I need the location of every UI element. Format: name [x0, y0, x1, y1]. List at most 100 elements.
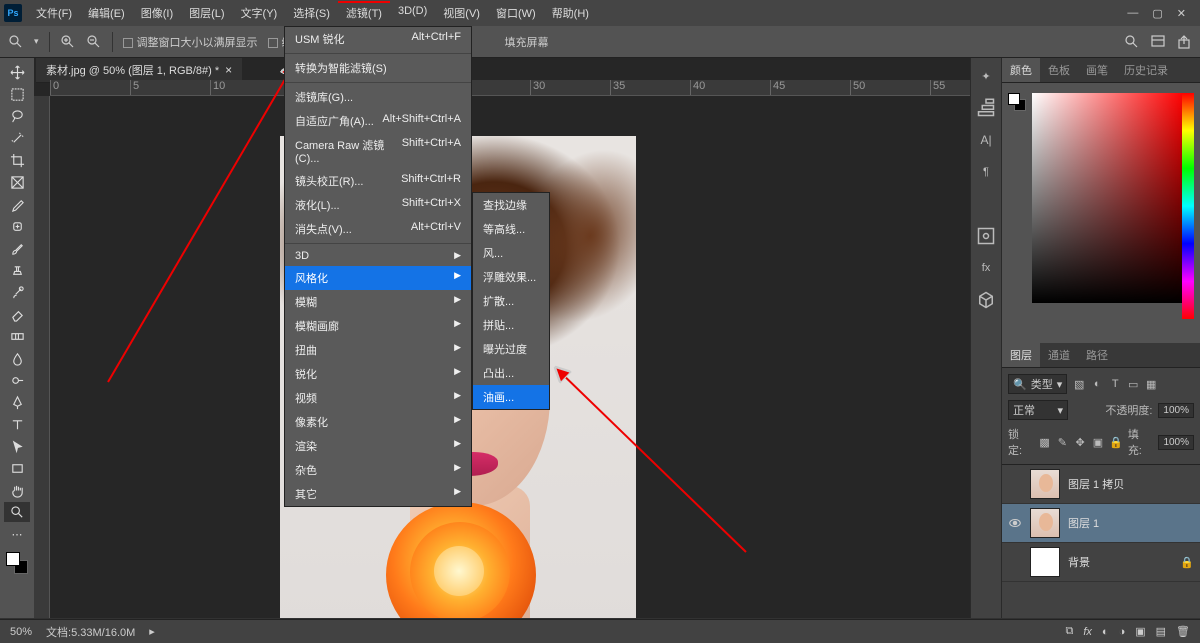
- visibility-toggle[interactable]: [1008, 477, 1022, 491]
- fill-screen-button[interactable]: 填充屏幕: [505, 34, 549, 50]
- layer-name[interactable]: 图层 1 拷贝: [1068, 476, 1124, 492]
- search-icon[interactable]: [1124, 34, 1140, 50]
- history-brush-tool[interactable]: [4, 282, 30, 302]
- filter-menu-item[interactable]: 模糊▶: [285, 290, 471, 314]
- tab-paths[interactable]: 路径: [1078, 343, 1116, 367]
- menu-type[interactable]: 文字(Y): [233, 1, 286, 25]
- zoom-out-icon[interactable]: [86, 34, 102, 50]
- brush-tool[interactable]: [4, 238, 30, 258]
- tab-swatches[interactable]: 色板: [1040, 58, 1078, 82]
- pen-tool[interactable]: [4, 392, 30, 412]
- filter-menu-item[interactable]: 3D▶: [285, 246, 471, 266]
- type-tool[interactable]: [4, 414, 30, 434]
- zoom-in-icon[interactable]: [60, 34, 76, 50]
- fill-value[interactable]: 100%: [1158, 435, 1194, 450]
- filter-menu-item[interactable]: 渲染▶: [285, 434, 471, 458]
- filter-menu-item[interactable]: 其它▶: [285, 482, 471, 506]
- menu-edit[interactable]: 编辑(E): [80, 1, 133, 25]
- layer-row[interactable]: 图层 1: [1002, 504, 1200, 543]
- filter-menu-item[interactable]: 转换为智能滤镜(S): [285, 56, 471, 80]
- filter-shape-icon[interactable]: ▭: [1127, 378, 1139, 390]
- stylize-menu-item[interactable]: 风...: [473, 241, 549, 265]
- lasso-tool[interactable]: [4, 106, 30, 126]
- filter-adjust-icon[interactable]: ◐: [1091, 378, 1103, 390]
- layer-thumbnail[interactable]: [1030, 508, 1060, 538]
- visibility-toggle[interactable]: [1008, 555, 1022, 569]
- tab-color[interactable]: 颜色: [1002, 58, 1040, 82]
- path-selection-tool[interactable]: [4, 436, 30, 456]
- filter-menu-item[interactable]: Camera Raw 滤镜(C)...Shift+Ctrl+A: [285, 133, 471, 169]
- eraser-tool[interactable]: [4, 304, 30, 324]
- stylize-menu-item[interactable]: 查找边缘: [473, 193, 549, 217]
- filter-menu-item[interactable]: 消失点(V)...Alt+Ctrl+V: [285, 217, 471, 241]
- filter-menu-item[interactable]: 模糊画廊▶: [285, 314, 471, 338]
- document-tab-close-icon[interactable]: ×: [225, 63, 232, 77]
- lock-transparent-icon[interactable]: ▩: [1039, 436, 1051, 448]
- lock-position-icon[interactable]: ✥: [1074, 436, 1086, 448]
- stylize-menu-item[interactable]: 等高线...: [473, 217, 549, 241]
- stylize-menu-item[interactable]: 油画...: [473, 385, 549, 409]
- styles-icon[interactable]: fx: [976, 258, 996, 278]
- adjustment-layer-icon[interactable]: ◑: [1119, 626, 1126, 638]
- delete-layer-icon[interactable]: 🗑: [1176, 625, 1190, 638]
- filter-menu-item[interactable]: 视频▶: [285, 386, 471, 410]
- stylize-menu-item[interactable]: 凸出...: [473, 361, 549, 385]
- opacity-value[interactable]: 100%: [1158, 403, 1194, 418]
- hand-tool[interactable]: [4, 480, 30, 500]
- layer-row[interactable]: 图层 1 拷贝: [1002, 465, 1200, 504]
- properties-icon[interactable]: [976, 226, 996, 246]
- workspace-icon[interactable]: [1150, 34, 1166, 50]
- new-layer-icon[interactable]: ▤: [1156, 625, 1166, 638]
- zoom-level[interactable]: 50%: [10, 626, 32, 638]
- 3d-icon[interactable]: [976, 290, 996, 310]
- magic-wand-tool[interactable]: [4, 128, 30, 148]
- filter-menu-item[interactable]: 风格化▶: [285, 266, 471, 290]
- paragraph-icon[interactable]: ¶: [976, 162, 996, 182]
- layer-thumbnail[interactable]: [1030, 547, 1060, 577]
- close-button[interactable]: ✕: [1177, 7, 1186, 20]
- group-icon[interactable]: ▣: [1135, 625, 1145, 638]
- lock-paint-icon[interactable]: ✎: [1056, 436, 1068, 448]
- resize-window-checkbox[interactable]: 调整窗口大小以满屏显示: [123, 34, 258, 50]
- hue-slider[interactable]: [1182, 93, 1194, 319]
- filter-menu-item[interactable]: USM 锐化Alt+Ctrl+F: [285, 27, 471, 51]
- menu-3d[interactable]: 3D(D): [390, 1, 435, 25]
- menu-select[interactable]: 选择(S): [285, 1, 338, 25]
- move-tool[interactable]: [4, 62, 30, 82]
- tab-brush[interactable]: 画笔: [1078, 58, 1116, 82]
- filter-type-icon[interactable]: T: [1109, 378, 1121, 390]
- blend-mode-select[interactable]: 正常▾: [1008, 400, 1068, 420]
- stylize-menu-item[interactable]: 拼贴...: [473, 313, 549, 337]
- menu-view[interactable]: 视图(V): [435, 1, 488, 25]
- link-layers-icon[interactable]: ⧉: [1065, 625, 1073, 638]
- frame-tool[interactable]: [4, 172, 30, 192]
- gradient-tool[interactable]: [4, 326, 30, 346]
- filter-menu-item[interactable]: 液化(L)...Shift+Ctrl+X: [285, 193, 471, 217]
- menu-window[interactable]: 窗口(W): [488, 1, 544, 25]
- filter-menu-item[interactable]: 滤镜库(G)...: [285, 85, 471, 109]
- visibility-toggle[interactable]: [1008, 516, 1022, 530]
- tab-channels[interactable]: 通道: [1040, 343, 1078, 367]
- filter-menu-item[interactable]: 杂色▶: [285, 458, 471, 482]
- character-icon[interactable]: A|: [976, 130, 996, 150]
- layer-fx-icon[interactable]: fx: [1083, 626, 1092, 638]
- dodge-tool[interactable]: [4, 370, 30, 390]
- clone-stamp-tool[interactable]: [4, 260, 30, 280]
- layer-name[interactable]: 背景: [1068, 554, 1090, 570]
- panel-color-swatches[interactable]: [1008, 93, 1026, 111]
- stylize-menu-item[interactable]: 曝光过度: [473, 337, 549, 361]
- blur-tool[interactable]: [4, 348, 30, 368]
- stylize-menu-item[interactable]: 扩散...: [473, 289, 549, 313]
- layer-filter-kind[interactable]: 🔍类型▾: [1008, 374, 1067, 394]
- share-icon[interactable]: [1176, 34, 1192, 50]
- menu-filter[interactable]: 滤镜(T): [338, 1, 390, 25]
- layer-name[interactable]: 图层 1: [1068, 515, 1099, 531]
- rectangle-tool[interactable]: [4, 458, 30, 478]
- lock-artboard-icon[interactable]: ▣: [1092, 436, 1104, 448]
- color-swatches[interactable]: [4, 550, 30, 576]
- eyedropper-tool[interactable]: [4, 194, 30, 214]
- filter-menu-item[interactable]: 镜头校正(R)...Shift+Ctrl+R: [285, 169, 471, 193]
- tab-layers[interactable]: 图层: [1002, 343, 1040, 367]
- maximize-button[interactable]: ▢: [1152, 7, 1162, 20]
- menu-image[interactable]: 图像(I): [133, 1, 181, 25]
